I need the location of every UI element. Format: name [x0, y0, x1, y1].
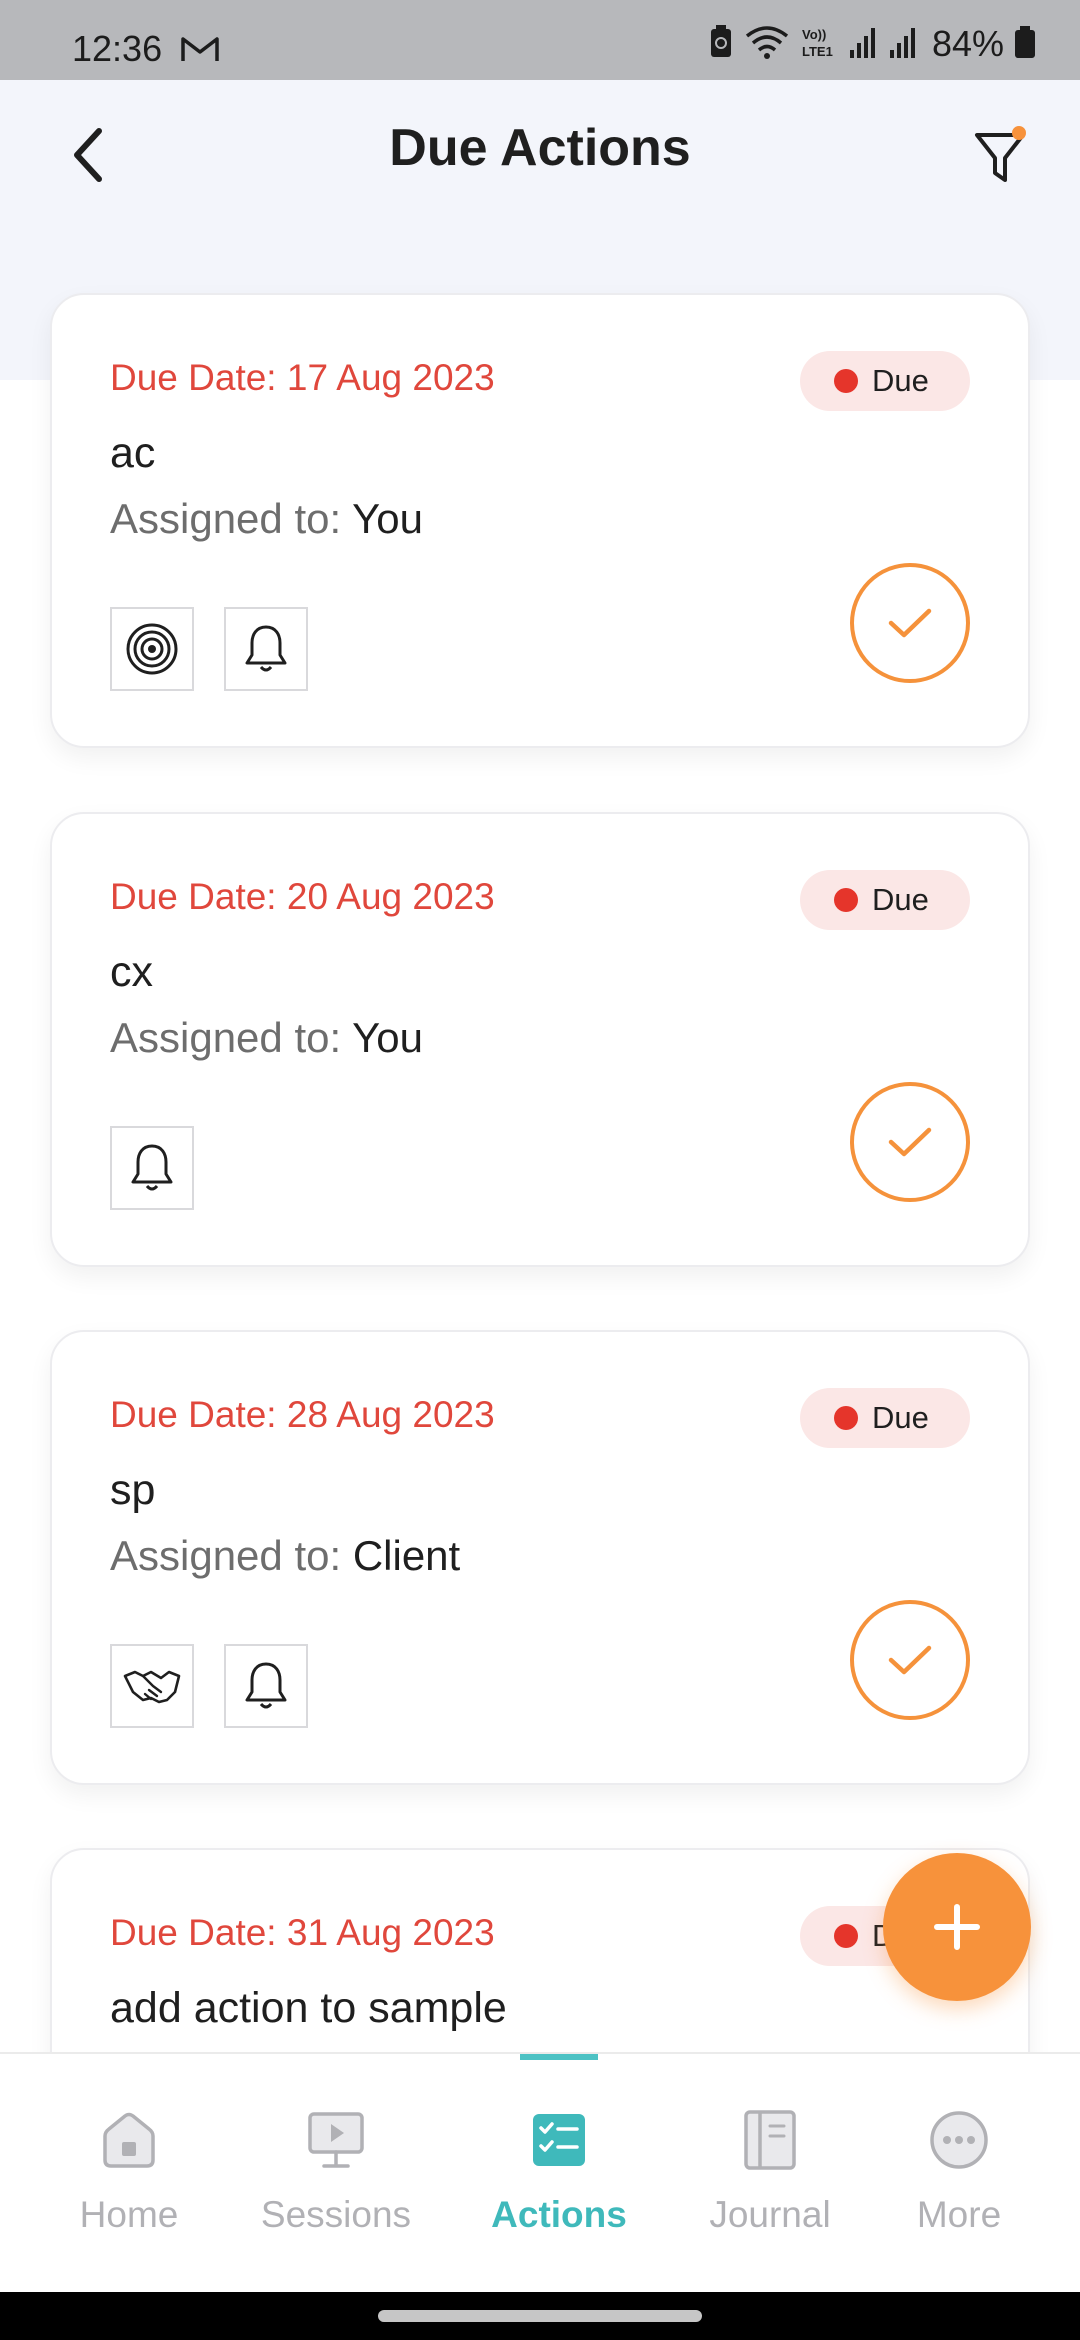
volte-icon: Vo)) LTE1	[800, 24, 838, 65]
status-icons: Vo)) LTE1 84%	[708, 23, 1036, 65]
action-card[interactable]: Due Date: 28 Aug 2023 Due sp Assigned to…	[50, 1330, 1030, 1785]
mark-complete-button[interactable]	[850, 1600, 970, 1720]
page-title: Due Actions	[389, 119, 691, 177]
filter-button[interactable]	[960, 118, 1040, 198]
bell-icon	[245, 625, 287, 672]
sessions-icon	[300, 2104, 372, 2176]
signal-icon-1	[848, 24, 878, 65]
nav-journal[interactable]: Journal	[670, 2104, 870, 2236]
status-dot	[834, 888, 858, 912]
action-title: add action to sample	[110, 1984, 507, 2032]
status-label: Due	[872, 882, 929, 917]
add-action-button[interactable]	[883, 1853, 1031, 2001]
signal-icon-2	[888, 24, 918, 65]
gmail-icon	[180, 34, 220, 69]
status-badge: Due	[800, 870, 970, 930]
bell-icon	[245, 1662, 287, 1709]
status-label: Due	[872, 363, 929, 398]
assignee: You	[352, 495, 423, 542]
reminder-tag[interactable]	[224, 1644, 308, 1728]
action-title: cx	[110, 948, 153, 996]
assignee: You	[352, 1014, 423, 1061]
status-dot	[834, 1924, 858, 1948]
status-dot	[834, 1406, 858, 1430]
status-badge: Due	[800, 351, 970, 411]
nav-label: Actions	[491, 2194, 627, 2235]
nav-label: Sessions	[260, 2194, 412, 2235]
wifi-icon	[744, 24, 790, 65]
battery-saver-icon	[708, 24, 734, 65]
target-icon	[126, 623, 178, 675]
assigned-to: Assigned to: You	[110, 495, 423, 543]
action-tags	[110, 1644, 308, 1728]
actions-icon	[523, 2104, 595, 2176]
system-gesture-bar	[0, 2292, 1080, 2340]
assigned-label: Assigned to:	[110, 495, 342, 542]
status-time: 12:36	[72, 28, 163, 69]
home-gesture-handle[interactable]	[378, 2310, 702, 2322]
assigned-to: Assigned to: Client	[110, 1532, 460, 1580]
nav-home[interactable]: Home	[29, 2104, 229, 2236]
battery-icon	[1014, 24, 1036, 65]
nav-label: Home	[79, 2194, 179, 2235]
due-date: Due Date: 31 Aug 2023	[110, 1912, 495, 1953]
mark-complete-button[interactable]	[850, 1082, 970, 1202]
battery-percent: 84%	[931, 23, 1004, 64]
assigned-to: Assigned to: You	[110, 1014, 423, 1062]
svg-text:Vo)): Vo))	[802, 27, 826, 42]
action-tags	[110, 1126, 194, 1210]
status-badge: Due	[800, 1388, 970, 1448]
due-date: Due Date: 28 Aug 2023	[110, 1394, 495, 1435]
home-icon	[93, 2104, 165, 2176]
assignee: Client	[352, 1532, 461, 1579]
check-icon	[888, 608, 932, 638]
bell-icon	[131, 1144, 173, 1191]
check-icon	[888, 1127, 932, 1157]
nav-actions[interactable]: Actions	[459, 2104, 659, 2236]
check-icon	[888, 1645, 932, 1675]
svg-text:LTE1: LTE1	[802, 44, 833, 59]
action-card[interactable]: Due Date: 20 Aug 2023 Due cx Assigned to…	[50, 812, 1030, 1267]
plus-icon	[934, 1904, 980, 1950]
action-title: ac	[110, 429, 156, 477]
assigned-label: Assigned to:	[110, 1014, 342, 1061]
reminder-tag[interactable]	[224, 607, 308, 691]
nav-more[interactable]: More	[859, 2104, 1059, 2236]
due-date: Due Date: 17 Aug 2023	[110, 357, 495, 398]
due-date: Due Date: 20 Aug 2023	[110, 876, 495, 917]
nav-sessions[interactable]: Sessions	[236, 2104, 436, 2236]
bottom-navigation: Home Sessions Actions Journal More	[0, 2052, 1080, 2292]
status-dot	[834, 369, 858, 393]
active-tab-indicator	[520, 2054, 598, 2060]
filter-active-dot	[1012, 126, 1026, 140]
more-icon	[923, 2104, 995, 2176]
journal-icon	[734, 2104, 806, 2176]
status-label: Due	[872, 1400, 929, 1435]
status-bar: 12:36 Vo)) LTE1 84%	[0, 0, 1080, 80]
assigned-label: Assigned to:	[110, 1532, 342, 1579]
handshake-icon	[123, 1670, 181, 1704]
nav-label: Journal	[709, 2194, 831, 2235]
action-card[interactable]: Due Date: 17 Aug 2023 Due ac Assigned to…	[50, 293, 1030, 748]
nav-label: More	[916, 2194, 1002, 2235]
agreement-tag[interactable]	[110, 1644, 194, 1728]
reminder-tag[interactable]	[110, 1126, 194, 1210]
mark-complete-button[interactable]	[850, 563, 970, 683]
action-tags	[110, 607, 308, 691]
goal-tag[interactable]	[110, 607, 194, 691]
action-title: sp	[110, 1466, 156, 1514]
